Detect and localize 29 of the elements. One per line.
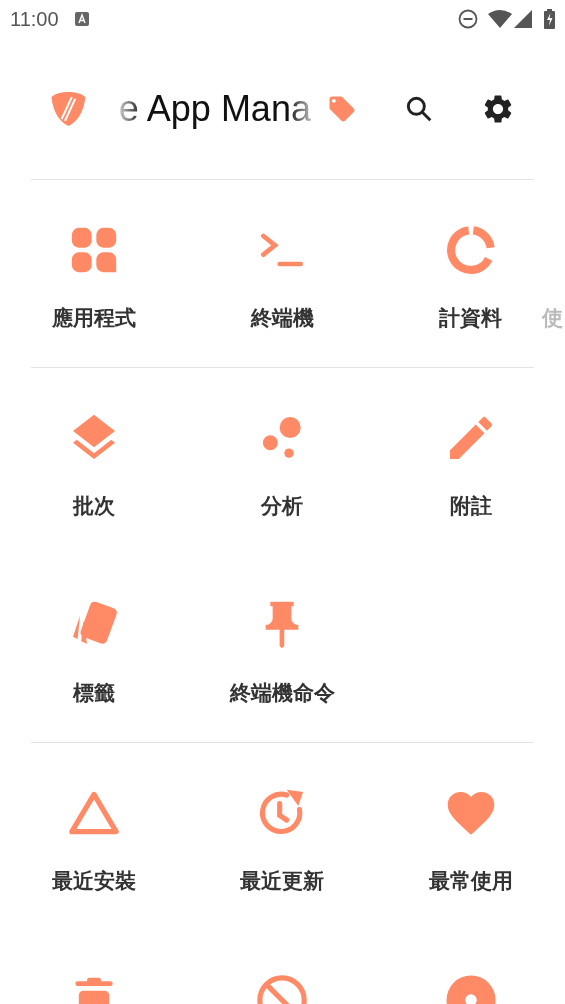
signal-icon [514, 10, 532, 28]
category-label: 分析 [261, 493, 304, 519]
category-label: 標籤 [73, 680, 116, 706]
category-label: 應用程式 [52, 305, 137, 331]
category-label: 最常使用 [428, 868, 513, 894]
category-label: 最近更新 [240, 868, 325, 894]
category-tile[interactable]: 終端機 [188, 180, 377, 367]
category-label: 終端機命令 [230, 680, 335, 706]
category-label: 終端機 [251, 305, 314, 331]
category-tile[interactable]: 最常使用 [376, 743, 565, 930]
category-label: 使 [541, 305, 563, 331]
category-tile[interactable]: 應用程式 [0, 180, 189, 367]
category-tile[interactable]: 終端機命令 [188, 555, 377, 742]
category-tile[interactable]: 分析 [188, 368, 377, 555]
wifi-icon [488, 10, 512, 28]
category-tile[interactable]: 最近更新 [188, 743, 377, 930]
category-label: 批次 [73, 493, 116, 519]
category-tile[interactable]: 最近安裝 [0, 743, 189, 930]
category-tile[interactable]: 批次 [0, 368, 189, 555]
category-tile[interactable]: 附註 [376, 368, 565, 555]
category-tile[interactable]: 標籤 [0, 555, 189, 742]
do-not-disturb-icon [458, 9, 478, 29]
keyboard-icon [74, 12, 89, 26]
category-label: 最近安裝 [52, 868, 137, 894]
clock: 11:00 [10, 7, 59, 32]
battery-icon [544, 9, 555, 29]
category-label: 附註 [449, 493, 492, 519]
category-tile[interactable]: 計資料 使 [376, 180, 565, 367]
category-label: 計資料 [438, 305, 502, 331]
